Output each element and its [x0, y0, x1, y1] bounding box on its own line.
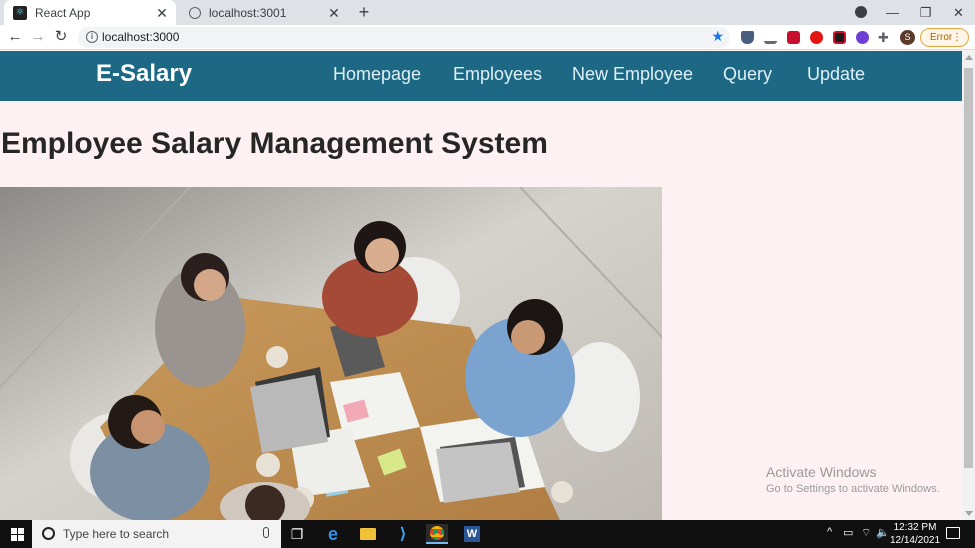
- watermark-subtitle: Go to Settings to activate Windows.: [766, 483, 940, 495]
- edge-icon[interactable]: e: [322, 524, 344, 544]
- cortana-icon: [42, 527, 55, 540]
- activate-windows-watermark: Activate Windows Go to Settings to activ…: [766, 464, 940, 495]
- notification-icon[interactable]: [946, 527, 960, 539]
- screen: ⚛ React App ✕ localhost:3001 ✕ + — ❐ ✕ ←…: [0, 0, 975, 548]
- globe-icon: [189, 6, 201, 19]
- forward-arrow-icon[interactable]: →: [29, 28, 47, 46]
- purple-extension-icon[interactable]: [856, 31, 869, 44]
- scrollbar-thumb[interactable]: [964, 68, 973, 468]
- nav-homepage[interactable]: Homepage: [333, 64, 421, 85]
- microphone-icon[interactable]: [263, 527, 269, 538]
- brand-logo[interactable]: E-Salary: [96, 60, 192, 88]
- file-explorer-icon[interactable]: [357, 524, 379, 544]
- tab-search-icon[interactable]: [855, 6, 867, 18]
- task-view-icon[interactable]: ❐: [286, 524, 308, 544]
- tray-chevron-icon[interactable]: ^: [827, 526, 832, 538]
- browser-tab-strip: ⚛ React App ✕ localhost:3001 ✕ + — ❐ ✕: [0, 0, 975, 25]
- square-extension-icon[interactable]: [833, 31, 846, 44]
- battery-icon[interactable]: ▭: [843, 526, 853, 539]
- word-icon[interactable]: W: [461, 524, 483, 544]
- vscode-icon[interactable]: ⟩: [392, 524, 414, 544]
- scroll-down-icon[interactable]: [965, 511, 973, 516]
- tab-localhost-3001[interactable]: localhost:3001 ✕: [180, 0, 348, 25]
- url-text[interactable]: localhost:3000: [102, 30, 179, 44]
- hero-image: [0, 187, 662, 520]
- clock-date: 12/14/2021: [889, 535, 941, 546]
- scroll-up-icon[interactable]: [965, 55, 973, 60]
- page-scrollbar[interactable]: [962, 51, 975, 520]
- react-icon: ⚛: [13, 5, 27, 20]
- nav-query[interactable]: Query: [723, 64, 772, 85]
- shield-extension-icon[interactable]: [741, 31, 754, 44]
- error-button[interactable]: Error ⋮: [920, 28, 969, 47]
- tab-title: React App: [35, 5, 91, 20]
- browser-toolbar: ← → ↻ i localhost:3000 ★ ✚ S Error ⋮: [0, 25, 975, 50]
- page-title: Employee Salary Management System: [1, 127, 548, 160]
- tab-react-app[interactable]: ⚛ React App ✕: [4, 0, 176, 25]
- new-tab-button[interactable]: +: [354, 2, 374, 22]
- error-label: Error: [930, 32, 953, 43]
- volume-icon[interactable]: 🔈: [876, 526, 890, 539]
- app-navbar: E-Salary Homepage Employees New Employee…: [0, 51, 962, 101]
- address-bar[interactable]: i localhost:3000 ★: [78, 27, 730, 48]
- video-extension-icon[interactable]: [787, 31, 800, 44]
- puzzle-icon[interactable]: ✚: [878, 31, 891, 44]
- kebab-menu-icon: ⋮: [952, 32, 962, 43]
- windows-taskbar: Type here to search ❐ e ⟩ W ^ ▭ ⌔ 🔈 12:3…: [0, 520, 975, 548]
- close-icon[interactable]: ✕: [326, 5, 342, 21]
- team-meeting-illustration: [0, 187, 662, 520]
- nav-update[interactable]: Update: [807, 64, 865, 85]
- info-icon[interactable]: i: [86, 31, 98, 43]
- back-arrow-icon[interactable]: ←: [6, 28, 24, 46]
- bars-extension-icon[interactable]: [764, 31, 777, 44]
- bookmark-star-icon[interactable]: ★: [711, 28, 724, 45]
- search-placeholder: Type here to search: [63, 527, 170, 541]
- nav-new-employee[interactable]: New Employee: [572, 64, 693, 85]
- chrome-icon[interactable]: [426, 524, 448, 544]
- restore-button[interactable]: ❐: [909, 0, 942, 25]
- tab-title: localhost:3001: [209, 5, 287, 20]
- opera-extension-icon[interactable]: [810, 31, 823, 44]
- close-window-button[interactable]: ✕: [942, 0, 975, 25]
- clock-time: 12:32 PM: [893, 522, 937, 533]
- watermark-title: Activate Windows: [766, 464, 877, 480]
- avatar[interactable]: S: [900, 30, 915, 45]
- close-icon[interactable]: ✕: [154, 5, 170, 21]
- reload-icon[interactable]: ↻: [52, 28, 70, 46]
- nav-employees[interactable]: Employees: [453, 64, 542, 85]
- taskbar-search-box[interactable]: Type here to search: [32, 520, 281, 548]
- taskbar-clock[interactable]: 12:32 PM 12/14/2021: [889, 521, 941, 547]
- windows-start-icon[interactable]: [11, 528, 24, 541]
- wifi-icon[interactable]: ⌔: [861, 526, 871, 540]
- minimize-button[interactable]: —: [876, 0, 909, 25]
